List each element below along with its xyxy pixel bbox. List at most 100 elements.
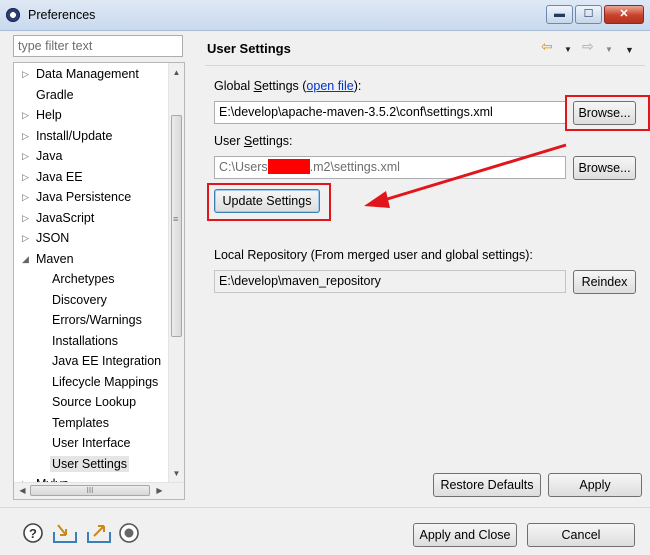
tree-item-maven[interactable]: ◢ Maven: [14, 249, 170, 270]
tree-item-java-ee-integration[interactable]: Java EE Integration: [14, 351, 170, 372]
back-arrow-icon[interactable]: ⇦: [541, 38, 553, 54]
tree-item-installations[interactable]: Installations: [14, 331, 170, 352]
eclipse-icon: [6, 8, 20, 22]
user-settings-field[interactable]: C:\Users .m2\settings.xml: [214, 156, 566, 179]
close-button[interactable]: ✕: [604, 5, 644, 24]
local-repository-label: Local Repository (From merged user and g…: [214, 248, 533, 262]
tree-item-label: Help: [36, 108, 62, 122]
reindex-button[interactable]: Reindex: [573, 270, 636, 294]
tree-item-label: Java EE: [36, 169, 83, 184]
apply-and-close-button[interactable]: Apply and Close: [413, 523, 517, 547]
tree-item-label: JavaScript: [36, 210, 95, 225]
tree-item-label: Archetypes: [52, 272, 115, 286]
tree-list: ▷ Data Management Gradle ▷ Help ▷ Install/Upda…: [14, 64, 170, 495]
tree-item-json[interactable]: ▷ JSON: [14, 228, 170, 249]
tree-item-source-lookup[interactable]: Source Lookup: [14, 392, 170, 413]
global-settings-field[interactable]: E:\develop\apache-maven-3.5.2\conf\setti…: [214, 101, 566, 124]
tree-item-java-ee[interactable]: ▷ Java EE: [14, 167, 170, 188]
forward-menu-icon[interactable]: ▼: [605, 42, 613, 58]
tree-item-help[interactable]: ▷ Help: [14, 105, 170, 126]
tree-item-label: Installations: [52, 333, 119, 348]
view-menu-icon[interactable]: ▼: [625, 42, 634, 58]
tree-item-label: User Settings: [50, 455, 130, 472]
title-bar: Preferences ▬ ☐ ✕: [0, 0, 650, 31]
user-label-mnemonic: S: [243, 134, 253, 148]
window-title: Preferences: [28, 8, 96, 22]
global-label-mnemonic: S: [253, 79, 262, 93]
collapsed-arrow-icon[interactable]: ▷: [22, 228, 32, 249]
import-icon[interactable]: [52, 522, 78, 544]
tree-item-label: Java EE Integration: [52, 354, 162, 368]
global-label-suffix: ):: [353, 79, 362, 93]
expanded-arrow-icon[interactable]: ◢: [22, 249, 32, 270]
update-settings-button[interactable]: Update Settings: [214, 189, 320, 213]
svg-text:?: ?: [29, 526, 37, 541]
tree-item-java[interactable]: ▷ Java: [14, 146, 170, 167]
collapsed-arrow-icon[interactable]: ▷: [22, 105, 32, 126]
tree-vertical-scrollbar[interactable]: ▲ ▼: [168, 63, 184, 483]
cancel-button[interactable]: Cancel: [527, 523, 635, 547]
tree-item-gradle[interactable]: Gradle: [14, 85, 170, 106]
collapsed-arrow-icon[interactable]: ▷: [22, 208, 32, 229]
header-divider: [205, 65, 645, 66]
scroll-down-arrow-icon[interactable]: ▼: [169, 466, 184, 481]
tree-item-javascript[interactable]: ▷ JavaScript: [14, 208, 170, 229]
tree-item-data-management[interactable]: ▷ Data Management: [14, 64, 170, 85]
tree-item-errors-warnings[interactable]: Errors/Warnings: [14, 310, 170, 331]
tree-item-label: Maven: [36, 251, 74, 266]
annotation-arrow-head: [364, 191, 390, 208]
tree-item-label: Install/Update: [36, 128, 113, 143]
tree-horizontal-scrollbar[interactable]: ◀ III ▶: [14, 482, 184, 499]
tree-item-lifecycle-mappings[interactable]: Lifecycle Mappings: [14, 372, 170, 393]
local-repository-field: E:\develop\maven_repository: [214, 270, 566, 293]
tree-item-label: Gradle: [36, 87, 74, 102]
scroll-up-arrow-icon[interactable]: ▲: [169, 65, 184, 80]
minimize-button[interactable]: ▬: [546, 5, 573, 24]
collapsed-arrow-icon[interactable]: ▷: [22, 64, 32, 85]
back-menu-icon[interactable]: ▼: [564, 42, 572, 58]
tree-item-user-settings[interactable]: User Settings: [14, 454, 170, 475]
user-settings-label: User Settings:: [214, 134, 293, 148]
user-browse-button[interactable]: Browse...: [573, 156, 636, 180]
user-label-prefix: User: [214, 134, 244, 148]
preferences-tree: ▷ Data Management Gradle ▷ Help ▷ Install/Upda…: [13, 62, 185, 500]
filter-input[interactable]: [13, 35, 183, 57]
user-label-rest: ettings:: [252, 134, 293, 148]
global-settings-label: Global Settings (open file):: [214, 79, 361, 93]
tree-item-label: Errors/Warnings: [52, 313, 142, 327]
restore-defaults-button[interactable]: Restore Defaults: [433, 473, 541, 497]
tree-item-java-persistence[interactable]: ▷ Java Persistence: [14, 187, 170, 208]
horizontal-scroll-thumb[interactable]: III: [30, 485, 150, 496]
collapsed-arrow-icon[interactable]: ▷: [22, 126, 32, 147]
tree-item-install-update[interactable]: ▷ Install/Update: [14, 126, 170, 147]
record-icon[interactable]: [118, 522, 140, 544]
tree-item-label: Discovery: [52, 292, 107, 307]
help-icon[interactable]: ?: [22, 522, 44, 544]
open-file-link[interactable]: open file: [306, 79, 353, 93]
global-browse-button[interactable]: Browse...: [573, 101, 636, 125]
scroll-left-arrow-icon[interactable]: ◀: [15, 483, 30, 498]
scroll-thumb[interactable]: [171, 115, 182, 337]
tree-item-archetypes[interactable]: Archetypes: [14, 269, 170, 290]
collapsed-arrow-icon[interactable]: ▷: [22, 187, 32, 208]
tree-item-label: JSON: [36, 231, 70, 245]
export-icon[interactable]: [86, 522, 112, 544]
redaction-block: [267, 159, 310, 174]
tree-item-label: Java: [36, 149, 63, 163]
forward-arrow-icon[interactable]: ⇨: [582, 38, 594, 54]
tree-item-label: Lifecycle Mappings: [52, 374, 159, 389]
page-title: User Settings: [207, 41, 291, 56]
tree-item-label: Source Lookup: [52, 395, 137, 409]
tree-item-discovery[interactable]: Discovery: [14, 290, 170, 311]
maximize-button[interactable]: ☐: [575, 5, 602, 24]
apply-button[interactable]: Apply: [548, 473, 642, 497]
scroll-right-arrow-icon[interactable]: ▶: [152, 483, 167, 498]
tree-item-templates[interactable]: Templates: [14, 413, 170, 434]
collapsed-arrow-icon[interactable]: ▷: [22, 146, 32, 167]
tree-item-label: Java Persistence: [36, 190, 132, 204]
global-label-prefix: Global: [214, 79, 254, 93]
global-label-rest: ettings (: [261, 79, 307, 93]
tree-item-user-interface[interactable]: User Interface: [14, 433, 170, 454]
footer-divider: [0, 507, 650, 508]
collapsed-arrow-icon[interactable]: ▷: [22, 167, 32, 188]
